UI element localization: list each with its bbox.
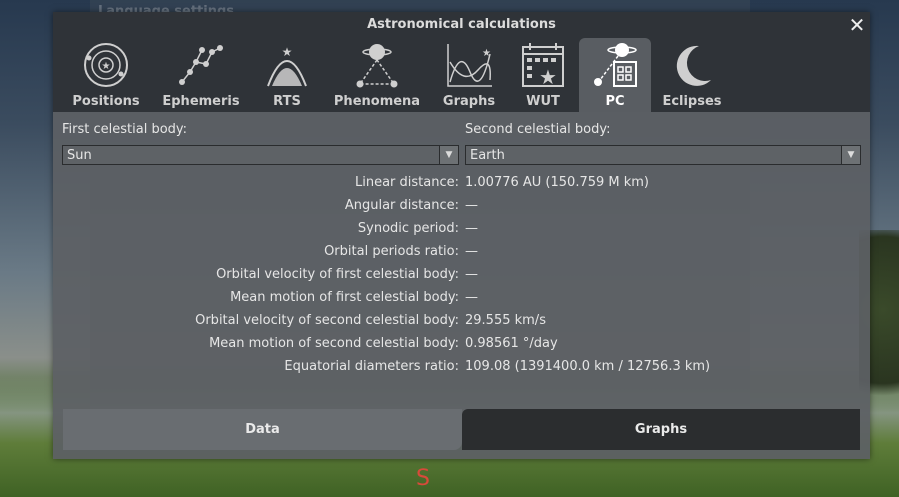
result-row: Orbital velocity of first celestial body…	[53, 267, 870, 289]
calendar-star-icon: ★	[522, 43, 564, 88]
tab-bar: ★ Positions Ephemeris ★ RTS Phenomena ★ …	[53, 38, 870, 112]
result-row: Mean motion of second celestial body: 0.…	[53, 336, 870, 358]
tab-label: Ephemeris	[162, 94, 240, 109]
tab-eclipses[interactable]: Eclipses	[657, 38, 727, 112]
result-label: Synodic period:	[357, 221, 459, 236]
result-label: Orbital periods ratio:	[324, 244, 459, 259]
result-row: Linear distance: 1.00776 AU (150.759 M k…	[53, 175, 870, 197]
tab-graphs[interactable]: ★ Graphs	[435, 38, 503, 112]
second-body-label: Second celestial body:	[465, 122, 611, 137]
graphs-button[interactable]: Graphs	[462, 409, 860, 450]
result-value: —	[465, 267, 478, 282]
result-label: Equatorial diameters ratio:	[284, 359, 459, 374]
astronomical-calculations-dialog: Astronomical calculations ✕ ★ Positions …	[53, 12, 870, 459]
tab-label: Eclipses	[662, 94, 722, 109]
result-row: Equatorial diameters ratio: 109.08 (1391…	[53, 359, 870, 381]
result-label: Mean motion of second celestial body:	[209, 336, 459, 351]
orbit-icon: ★	[84, 43, 128, 87]
result-value: —	[465, 221, 478, 236]
tab-ephemeris[interactable]: Ephemeris	[157, 38, 245, 112]
second-body-value: Earth	[470, 148, 505, 163]
tab-label: PC	[605, 94, 625, 109]
tab-pc[interactable]: PC	[579, 38, 651, 112]
tab-phenomena[interactable]: Phenomena	[331, 38, 423, 112]
first-body-value: Sun	[67, 148, 92, 163]
svg-text:★: ★	[282, 45, 293, 59]
data-button[interactable]: Data	[63, 409, 462, 450]
planet-phenomena-icon	[356, 44, 398, 88]
result-value: 29.555 km/s	[465, 313, 546, 328]
tab-label: Graphs	[442, 94, 496, 109]
chevron-down-icon: ▼	[439, 146, 458, 164]
svg-text:★: ★	[102, 61, 111, 72]
chevron-down-icon: ▼	[841, 146, 860, 164]
tab-label: WUT	[526, 94, 560, 109]
result-label: Orbital velocity of second celestial bod…	[195, 313, 459, 328]
tab-rts[interactable]: ★ RTS	[257, 38, 317, 112]
result-value: 0.98561 °/day	[465, 336, 558, 351]
result-value: 109.08 (1391400.0 km / 12756.3 km)	[465, 359, 711, 374]
result-row: Synodic period: —	[53, 221, 870, 243]
first-body-select[interactable]: Sun ▼	[62, 145, 459, 165]
result-label: Orbital velocity of first celestial body…	[216, 267, 459, 282]
close-button[interactable]: ✕	[846, 14, 868, 36]
graph-icon: ★	[447, 44, 492, 87]
svg-text:★: ★	[539, 65, 557, 88]
tab-label: RTS	[273, 94, 301, 109]
result-value: —	[465, 290, 478, 305]
result-value: —	[465, 198, 478, 213]
result-row: Mean motion of first celestial body: —	[53, 290, 870, 312]
result-row: Angular distance: —	[53, 198, 870, 220]
tab-positions[interactable]: ★ Positions	[65, 38, 147, 112]
result-label: Linear distance:	[355, 175, 459, 190]
result-row: Orbital periods ratio: —	[53, 244, 870, 266]
crescent-moon-icon	[676, 45, 711, 86]
svg-text:★: ★	[482, 48, 491, 59]
result-label: Mean motion of first celestial body:	[230, 290, 459, 305]
tab-label: Positions	[72, 94, 140, 109]
tab-wut[interactable]: ★ WUT	[513, 38, 573, 112]
planet-calculator-icon	[594, 43, 637, 87]
second-body-select[interactable]: Earth ▼	[465, 145, 861, 165]
result-value: 1.00776 AU (150.759 M km)	[465, 175, 650, 190]
tab-label: Phenomena	[333, 94, 421, 109]
dialog-title: Astronomical calculations	[367, 17, 556, 32]
result-row: Orbital velocity of second celestial bod…	[53, 313, 870, 335]
rise-transit-set-icon: ★	[267, 45, 307, 87]
compass-south-label: S	[416, 466, 430, 491]
dialog-titlebar[interactable]: Astronomical calculations ✕	[53, 12, 870, 38]
constellation-icon	[179, 45, 223, 85]
first-body-label: First celestial body:	[62, 122, 188, 137]
result-value: —	[465, 244, 478, 259]
result-label: Angular distance:	[344, 198, 459, 213]
